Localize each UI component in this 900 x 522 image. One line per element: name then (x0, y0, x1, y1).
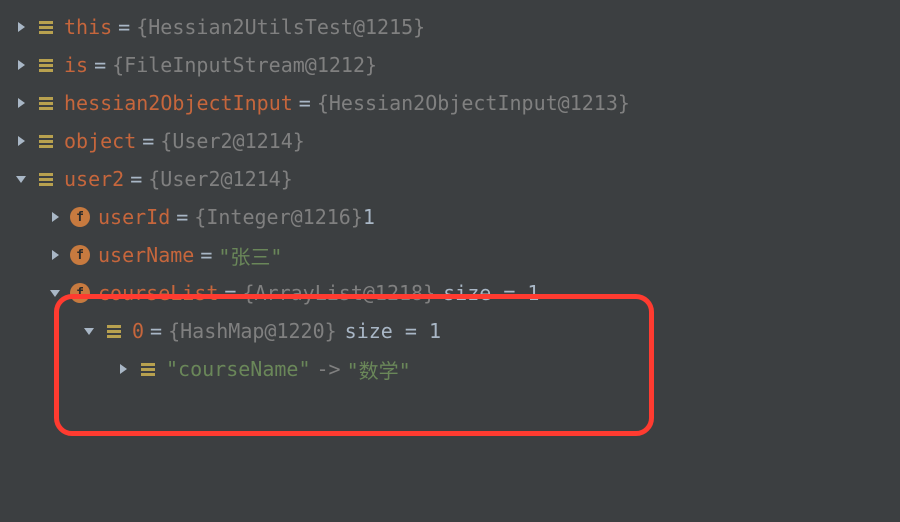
map-value: "数学" (347, 355, 411, 384)
object-bars-icon (36, 169, 56, 189)
object-bars-icon (36, 17, 56, 37)
field-icon: f (70, 207, 90, 227)
variable-value: {Integer@1216} (194, 205, 363, 229)
variable-value: {ArrayList@1218} (242, 281, 435, 305)
equals-sign: = (176, 205, 188, 229)
variable-name: object (64, 129, 136, 153)
variable-row[interactable]: hessian2ObjectInput={Hessian2ObjectInput… (0, 84, 900, 122)
equals-sign: = (118, 15, 130, 39)
variable-row[interactable]: 0={HashMap@1220} size = 1 (0, 312, 900, 350)
expand-arrow-right-icon[interactable] (46, 208, 64, 226)
field-icon: f (70, 245, 90, 265)
value-trailing: 1 (363, 205, 375, 229)
expand-arrow-down-icon[interactable] (46, 284, 64, 302)
variable-value: {HashMap@1220} (168, 319, 337, 343)
variable-row[interactable]: is={FileInputStream@1212} (0, 46, 900, 84)
map-key: "courseName" (166, 357, 311, 381)
variable-value: {User2@1214} (160, 129, 305, 153)
object-bars-icon (104, 321, 124, 341)
expand-arrow-right-icon[interactable] (114, 360, 132, 378)
debugger-variables-panel: this={Hessian2UtilsTest@1215}is={FileInp… (0, 8, 900, 388)
map-arrow: -> (317, 357, 341, 381)
variable-value: {User2@1214} (148, 167, 293, 191)
expand-arrow-right-icon[interactable] (46, 246, 64, 264)
expand-arrow-right-icon[interactable] (12, 56, 30, 74)
expand-arrow-down-icon[interactable] (12, 170, 30, 188)
variable-name: is (64, 53, 88, 77)
variable-name: userId (98, 205, 170, 229)
object-bars-icon (36, 93, 56, 113)
variable-row[interactable]: "courseName"->"数学" (0, 350, 900, 388)
variable-name: hessian2ObjectInput (64, 91, 293, 115)
object-bars-icon (36, 55, 56, 75)
variable-row[interactable]: this={Hessian2UtilsTest@1215} (0, 8, 900, 46)
equals-sign: = (94, 53, 106, 77)
variable-value: "张三" (218, 241, 282, 270)
size-label: size = 1 (345, 319, 441, 343)
equals-sign: = (130, 167, 142, 191)
object-bars-icon (36, 131, 56, 151)
size-label: size = 1 (443, 281, 539, 305)
expand-arrow-right-icon[interactable] (12, 132, 30, 150)
expand-arrow-right-icon[interactable] (12, 18, 30, 36)
variable-row[interactable]: fuserId={Integer@1216} 1 (0, 198, 900, 236)
variable-value: {FileInputStream@1212} (112, 53, 377, 77)
variable-name: 0 (132, 319, 144, 343)
expand-arrow-down-icon[interactable] (80, 322, 98, 340)
variable-value: {Hessian2UtilsTest@1215} (136, 15, 425, 39)
variable-row[interactable]: f userName="张三" (0, 236, 900, 274)
variable-row[interactable]: f courseList={ArrayList@1218} size = 1 (0, 274, 900, 312)
expand-arrow-right-icon[interactable] (12, 94, 30, 112)
variable-name: this (64, 15, 112, 39)
variable-name: userName (98, 243, 194, 267)
equals-sign: = (224, 281, 236, 305)
equals-sign: = (150, 319, 162, 343)
variable-name: user2 (64, 167, 124, 191)
variable-value: {Hessian2ObjectInput@1213} (317, 91, 630, 115)
equals-sign: = (142, 129, 154, 153)
equals-sign: = (200, 243, 212, 267)
object-bars-icon (138, 359, 158, 379)
variable-name: courseList (98, 281, 218, 305)
variable-row[interactable]: object={User2@1214} (0, 122, 900, 160)
variable-rows: this={Hessian2UtilsTest@1215}is={FileInp… (0, 8, 900, 388)
variable-row[interactable]: user2={User2@1214} (0, 160, 900, 198)
field-icon: f (70, 283, 90, 303)
equals-sign: = (299, 91, 311, 115)
